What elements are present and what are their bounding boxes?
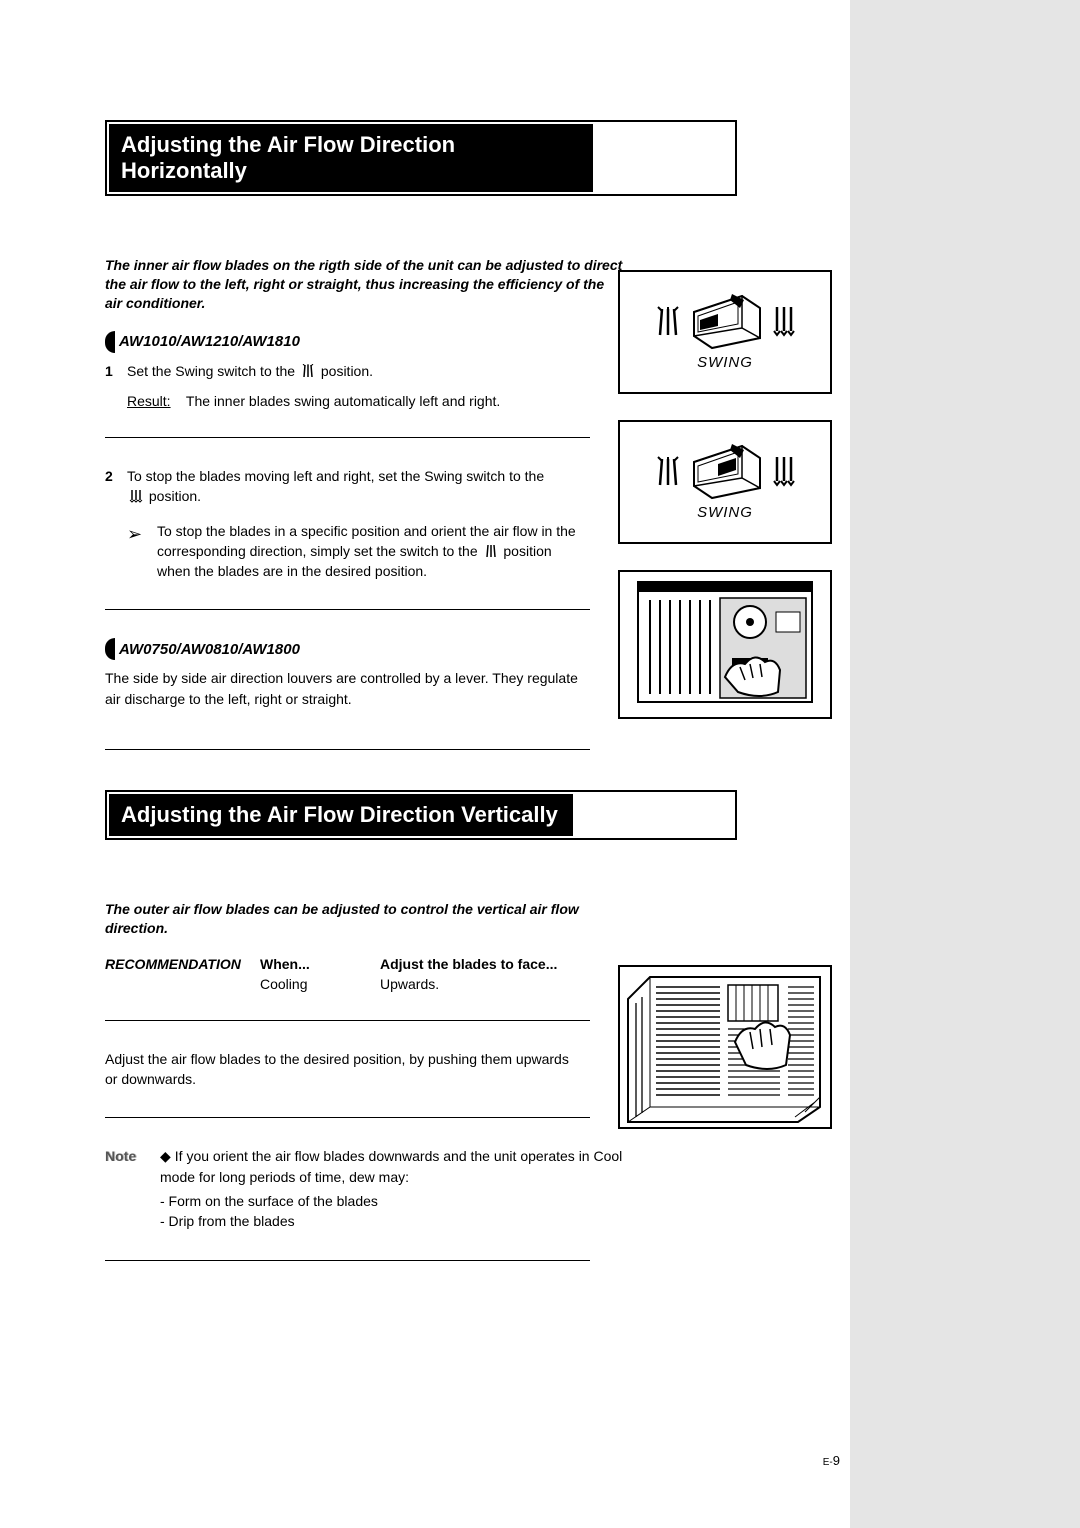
swing-oscillate-icon [654, 455, 682, 489]
step1-text: Set the Swing switch to the position. [127, 361, 373, 381]
result-label: Result: [127, 393, 171, 409]
step2-text: To stop the blades moving left and right… [127, 466, 544, 507]
note-bullet2: - Drip from the blades [160, 1211, 645, 1231]
divider [105, 609, 590, 610]
tip-pointer-icon: ➢ [127, 521, 157, 582]
recommendation-header: RECOMMENDATION When... Adjust the blades… [105, 956, 1010, 972]
heading-bullet-icon [105, 638, 115, 660]
page-number: E-9 [823, 1453, 840, 1468]
step2-text-a: To stop the blades moving left and right… [127, 468, 544, 484]
note-text: If you orient the air flow blades downwa… [160, 1148, 622, 1184]
models-a-label: AW1010/AW1210/AW1810 [119, 333, 300, 350]
section2-intro: The outer air flow blades can be adjuste… [105, 900, 625, 938]
step1-result: Result: The inner blades swing automatic… [127, 393, 1010, 409]
switch-off-diagram-icon [692, 444, 762, 500]
step2-number: 2 [105, 466, 127, 507]
adjust-value: Upwards. [380, 976, 439, 992]
tip-text: To stop the blades in a specific positio… [157, 521, 587, 582]
ac-vertical-illustration [620, 967, 830, 1127]
swing-down-icon [129, 489, 143, 503]
step1-text-a: Set the Swing switch to the [127, 363, 295, 379]
page-prefix: E- [823, 1457, 833, 1468]
swing-label: SWING [697, 504, 753, 521]
models-a-heading: AW1010/AW1210/AW1810 [105, 331, 1010, 353]
note-body: ◆If you orient the air flow blades downw… [160, 1146, 645, 1231]
diamond-bullet-icon: ◆ [160, 1148, 171, 1164]
ac-louver-illustration [620, 572, 830, 717]
divider [105, 1020, 590, 1021]
models-b-text: The side by side air direction louvers a… [105, 668, 585, 709]
figure-vertical-blades [618, 965, 832, 1129]
result-text: The inner blades swing automatically lef… [186, 393, 500, 409]
swing-oscillate-icon [654, 305, 682, 339]
swing-down-icon [772, 455, 796, 489]
section2-title-bar: Adjusting the Air Flow Direction Vertica… [105, 790, 737, 840]
divider [105, 1260, 590, 1261]
step2-text-b: position. [149, 488, 201, 504]
recommendation-row: Cooling Upwards. [105, 976, 1010, 992]
swing-down-icon [772, 305, 796, 339]
page-num-value: 9 [833, 1453, 840, 1468]
step1-number: 1 [105, 361, 127, 381]
section1-title: Adjusting the Air Flow Direction Horizon… [109, 124, 593, 192]
divider [105, 749, 590, 750]
section2-title: Adjusting the Air Flow Direction Vertica… [109, 794, 573, 836]
figure-swing-on: SWING [618, 270, 832, 394]
adjust-instruction: Adjust the air flow blades to the desire… [105, 1049, 585, 1090]
models-b-label: AW0750/AW0810/AW1800 [119, 641, 300, 658]
adjust-header: Adjust the blades to face... [380, 956, 557, 972]
when-value: Cooling [260, 976, 380, 992]
figure-louver-lever [618, 570, 832, 719]
divider [105, 437, 590, 438]
models-b-heading: AW0750/AW0810/AW1800 [105, 638, 1010, 660]
note-bullet1: - Form on the surface of the blades [160, 1191, 645, 1211]
section1-intro: The inner air flow blades on the rigth s… [105, 256, 625, 313]
step2-tip: ➢ To stop the blades in a specific posit… [127, 521, 587, 582]
note-block: Note ◆If you orient the air flow blades … [105, 1146, 645, 1231]
section1-title-bar: Adjusting the Air Flow Direction Horizon… [105, 120, 737, 196]
heading-bullet-icon [105, 331, 115, 353]
step1-text-b: position. [321, 363, 373, 379]
swing-oscillate-icon [484, 544, 498, 558]
when-header: When... [260, 956, 380, 972]
divider [105, 1117, 590, 1118]
page-content: Adjusting the Air Flow Direction Horizon… [0, 0, 1080, 1261]
manual-page: Adjusting the Air Flow Direction Horizon… [0, 0, 1080, 1528]
swing-label: SWING [697, 354, 753, 371]
swing-oscillate-icon [301, 364, 315, 378]
step1: 1 Set the Swing switch to the position. [105, 361, 585, 381]
switch-on-diagram-icon [692, 294, 762, 350]
note-label: Note [105, 1146, 160, 1231]
figure-swing-off: SWING [618, 420, 832, 544]
step2: 2 To stop the blades moving left and rig… [105, 466, 585, 507]
recommendation-label: RECOMMENDATION [105, 956, 260, 972]
